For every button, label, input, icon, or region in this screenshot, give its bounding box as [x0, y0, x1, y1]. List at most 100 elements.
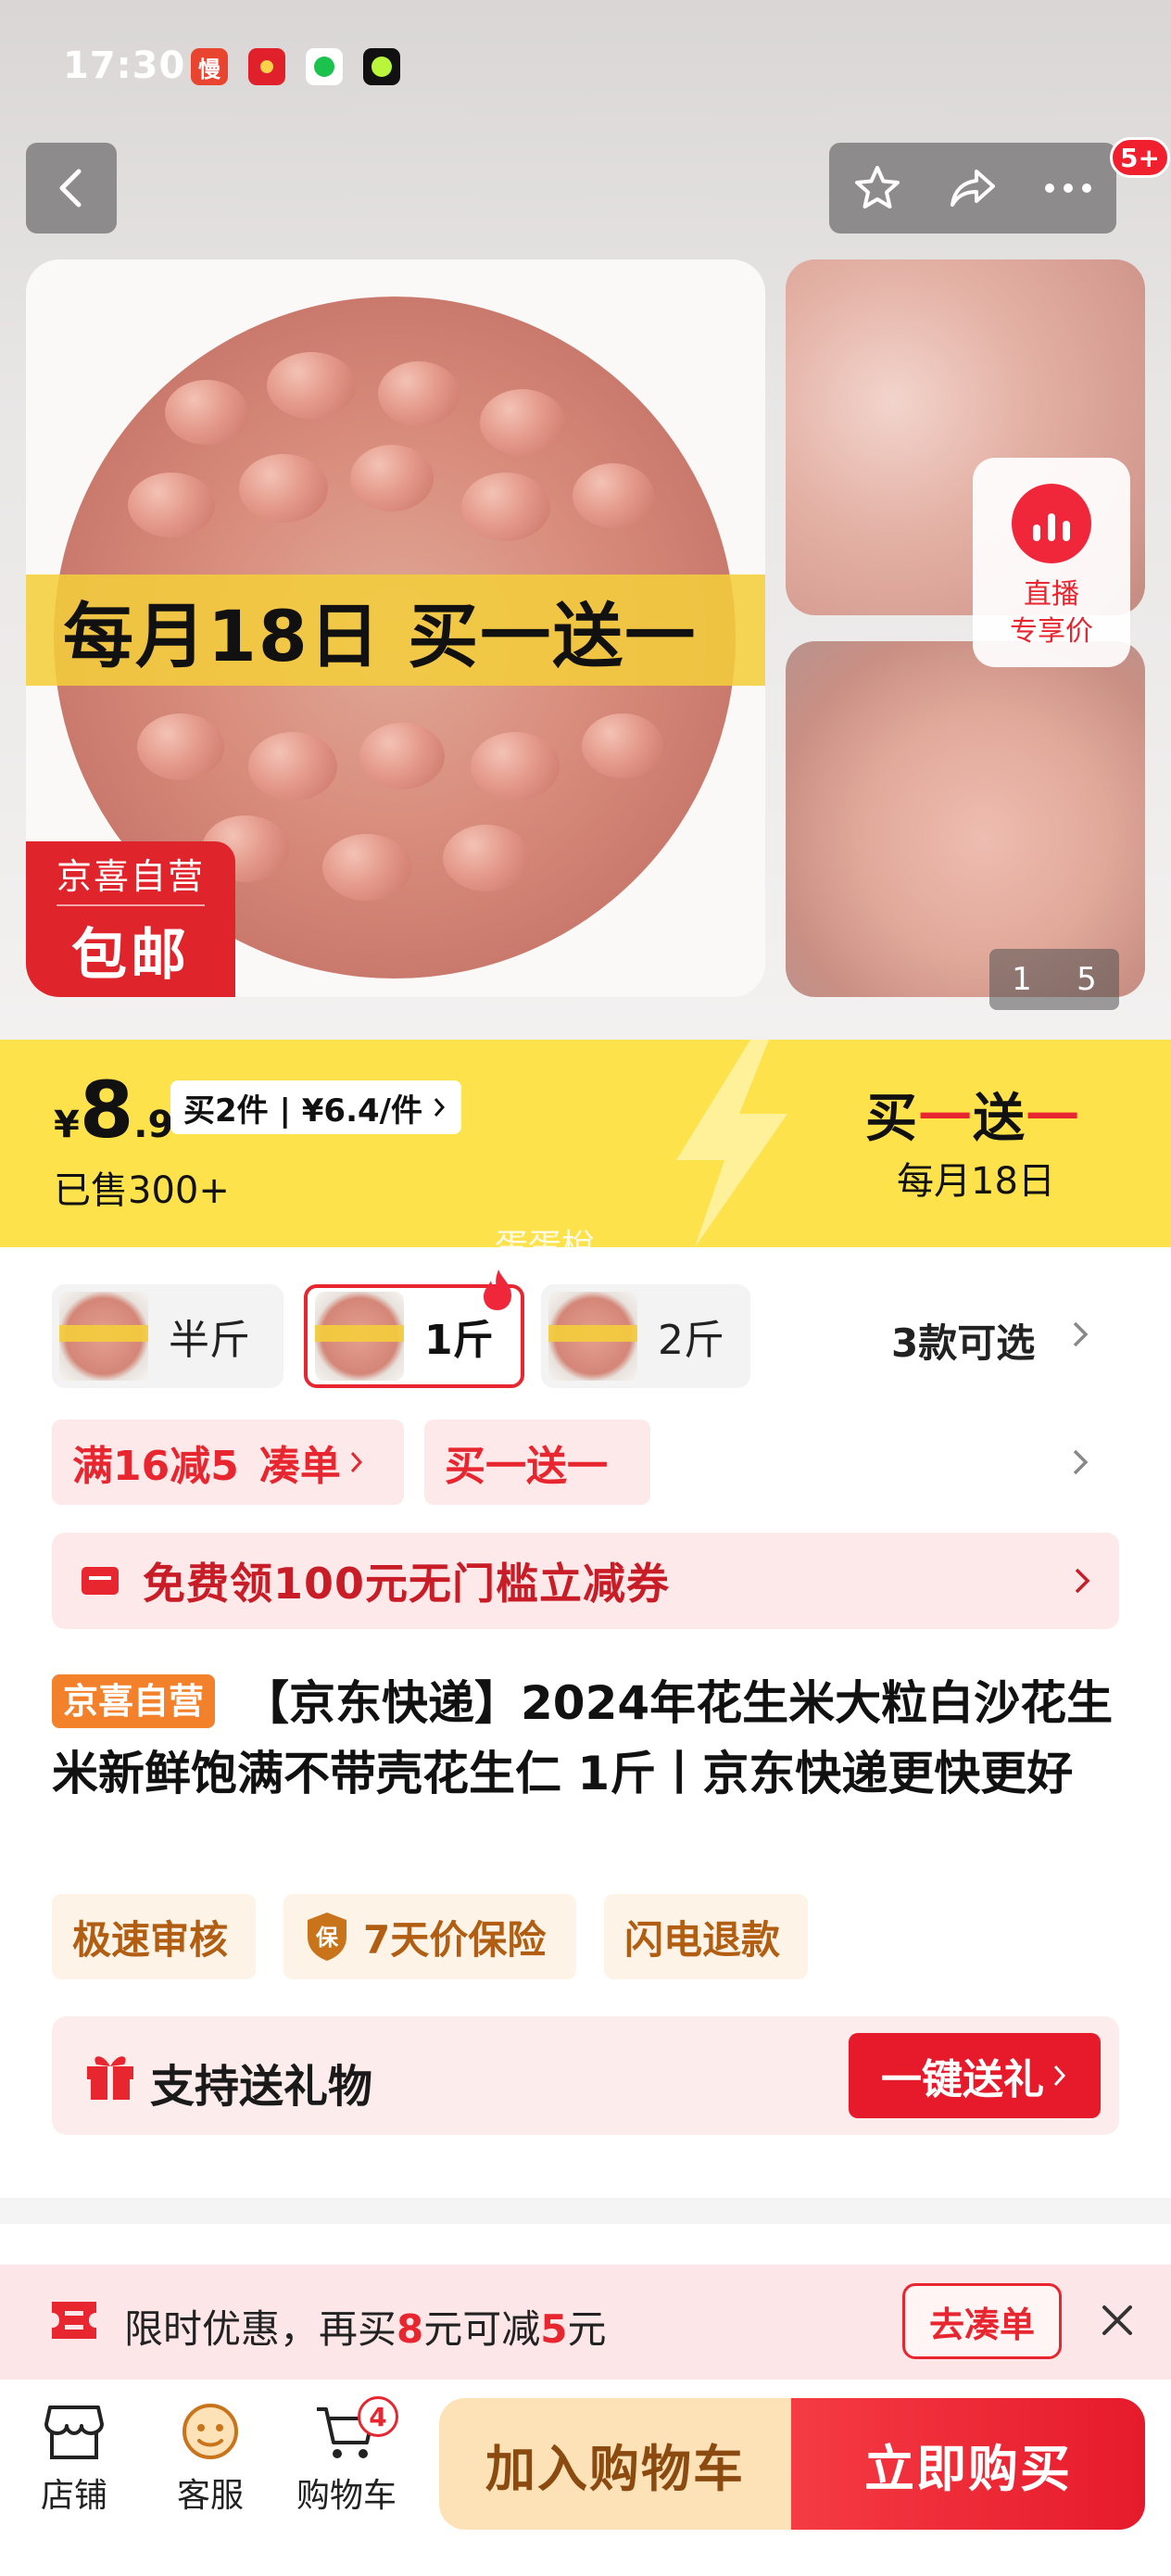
close-banner-button[interactable] — [1089, 2292, 1145, 2348]
more-dots-icon — [1045, 183, 1092, 193]
chevron-left-icon — [59, 169, 82, 208]
sku-option-half-jin[interactable]: 半斤 — [52, 1284, 283, 1388]
live-label-line-1: 直播 — [1024, 578, 1079, 611]
nav-shop[interactable]: 店铺 — [19, 2402, 130, 2517]
price-currency: ¥ — [54, 1104, 80, 1146]
price: ¥ 8 .9 — [54, 1071, 173, 1149]
nav-customer-service[interactable]: 客服 — [155, 2402, 266, 2517]
nav-cart-label: 购物车 — [296, 2477, 397, 2515]
multi-buy-text: 买2件 | ¥6.4/件 — [183, 1092, 423, 1130]
chevron-right-icon — [1053, 2065, 1066, 2087]
live-stream-icon — [1012, 484, 1091, 563]
main-promo-banner: 每月18日 买一送一 — [26, 575, 765, 686]
limit-amount-2: 5 — [540, 2306, 568, 2352]
gift-label: 支持送礼物 — [150, 2061, 373, 2113]
price-integer: 8 — [79, 1065, 134, 1155]
page-total: 5 — [1077, 961, 1097, 998]
lightning-icon — [676, 1040, 787, 1247]
cart-count-badge: 4 — [358, 2396, 398, 2437]
nav-cart[interactable]: 4 购物车 — [291, 2396, 402, 2517]
top-toolbar — [829, 143, 1116, 234]
red-envelope-app-icon — [248, 48, 285, 85]
close-icon — [1102, 2305, 1132, 2335]
manhua-app-icon: 慢 — [191, 48, 228, 85]
service-label: 7天价保险 — [363, 1916, 547, 1963]
full-reduce-text: 满16减5 — [72, 1443, 239, 1490]
one-click-gift-button[interactable]: 一键送礼 — [849, 2033, 1101, 2118]
star-icon — [854, 166, 900, 208]
nav-shop-label: 店铺 — [40, 2477, 107, 2515]
multi-buy-tag[interactable]: 买2件 | ¥6.4/件 — [170, 1080, 462, 1134]
sku-label: 2斤 — [658, 1317, 724, 1364]
bogo-part-4: 一 — [1026, 1089, 1080, 1149]
bogo-part-1: 买 — [865, 1089, 919, 1149]
sku-label: 1斤 — [424, 1317, 494, 1364]
coupon-text: 免费领100元无门槛立减券 — [143, 1559, 671, 1609]
sku-selector: 半斤 1斤 2斤 3款可选 — [52, 1269, 1134, 1392]
sku-label: 半斤 — [169, 1317, 250, 1364]
product-title-block: 京喜自营 【京东快递】2024年花生米大粒白沙花生米新鲜饱满不带壳花生仁 1斤丨京… — [52, 1668, 1127, 1809]
shield-icon: 保 — [308, 1913, 346, 1961]
buy-now-button[interactable]: 立即购买 — [791, 2398, 1145, 2530]
gift-button-label: 一键送礼 — [881, 2056, 1044, 2103]
product-detail-page: 17:30 慢 5+ 每月18日 买一送一 京喜自营 包邮 直播 专享价 1 5… — [0, 0, 1171, 2576]
coupon-ticket-icon — [52, 2302, 96, 2339]
limit-amount-1: 8 — [397, 2306, 424, 2352]
status-time: 17:30 — [63, 44, 186, 87]
bogo-part-3: 送 — [973, 1089, 1026, 1149]
main-product-image[interactable]: 每月18日 买一送一 京喜自营 包邮 — [26, 259, 765, 997]
chevron-right-icon — [1075, 1568, 1090, 1594]
service-price-protection[interactable]: 保 7天价保险 — [283, 1894, 576, 1979]
self-operated-tag: 京喜自营 — [52, 1674, 216, 1728]
message-app-icon — [306, 48, 343, 85]
shop-icon — [44, 2406, 104, 2459]
sku-thumbnail — [548, 1292, 637, 1381]
sku-count-label[interactable]: 3款可选 — [891, 1312, 1035, 1369]
full-reduce-tag[interactable]: 满16减5 凑单 — [52, 1420, 404, 1505]
bogo-part-2: 一 — [919, 1089, 973, 1149]
limit-text-suffix: 元 — [567, 2306, 607, 2352]
limit-text-prefix: 限时优惠，再买 — [124, 2306, 397, 2352]
limited-offer-banner: 限时优惠，再买8元可减5元 去凑单 — [0, 2265, 1171, 2380]
bottom-action-bar: 店铺 客服 4 购物车 加入购物车 立即购买 — [0, 2380, 1171, 2576]
gallery-area: 17:30 慢 5+ 每月18日 买一送一 京喜自营 包邮 直播 专享价 1 5 — [0, 0, 1171, 1040]
service-flash-refund[interactable]: 闪电退款 — [604, 1894, 808, 1979]
service-fast-review[interactable]: 极速审核 — [52, 1894, 256, 1979]
bogo-title: 买一送一 — [865, 1077, 1080, 1152]
chevron-right-icon[interactable] — [1069, 1446, 1091, 1479]
limit-text-mid: 元可减 — [423, 2306, 541, 2352]
favorite-button[interactable] — [836, 146, 919, 230]
page-current: 1 — [1012, 961, 1032, 998]
free-coupon-banner[interactable]: 免费领100元无门槛立减券 — [52, 1533, 1119, 1629]
camera-app-icon — [363, 48, 400, 85]
add-to-cart-button[interactable]: 加入购物车 — [439, 2398, 791, 2530]
badge-line-1: 京喜自营 — [56, 848, 205, 906]
promo-tags: 满16减5 凑单 买一送一 — [52, 1420, 1134, 1505]
share-icon — [950, 170, 995, 207]
self-operated-free-shipping-badge: 京喜自营 包邮 — [26, 841, 235, 997]
shield-char: 保 — [315, 1925, 339, 1951]
thumbnail-image-2[interactable] — [786, 641, 1145, 997]
service-tags: 极速审核 保 7天价保险 闪电退款 — [52, 1894, 1127, 1979]
more-button[interactable] — [1026, 146, 1110, 230]
chevron-right-icon — [434, 1098, 446, 1117]
sold-count: 已售300+ — [54, 1169, 230, 1212]
message-count-badge: 5+ — [1110, 137, 1170, 178]
share-button[interactable] — [931, 146, 1014, 230]
section-divider — [0, 2198, 1171, 2224]
add-on-order-button[interactable]: 去凑单 — [902, 2283, 1062, 2359]
gift-icon — [87, 2056, 133, 2100]
customer-service-icon — [183, 2404, 238, 2459]
chevron-right-icon[interactable] — [1069, 1318, 1091, 1351]
chevron-right-icon — [350, 1451, 362, 1473]
coupon-icon — [82, 1567, 119, 1595]
flame-icon — [484, 1269, 511, 1310]
live-price-card[interactable]: 直播 专享价 — [973, 458, 1130, 667]
badge-line-2: 包邮 — [71, 923, 190, 988]
gift-section: 支持送礼物 一键送礼 — [52, 2016, 1119, 2135]
full-reduce-action: 凑单 — [258, 1443, 341, 1490]
bogo-tag[interactable]: 买一送一 — [424, 1420, 650, 1505]
nav-service-label: 客服 — [176, 2477, 244, 2515]
sku-option-2-jin[interactable]: 2斤 — [541, 1284, 750, 1388]
back-button[interactable] — [26, 143, 117, 234]
